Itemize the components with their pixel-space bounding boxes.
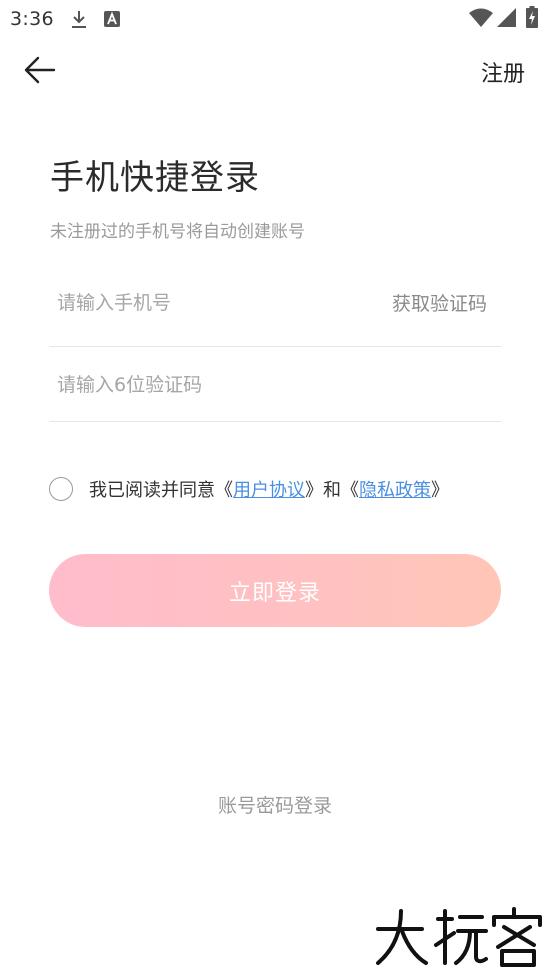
- agreement-middle-text: 》和《: [305, 480, 359, 501]
- login-button[interactable]: 立即登录: [49, 554, 501, 627]
- register-button[interactable]: 注册: [481, 56, 525, 88]
- code-field-row: [49, 356, 501, 422]
- cellular-signal-icon: [497, 8, 516, 27]
- phone-field-row: 获取验证码: [49, 272, 501, 347]
- verification-code-input[interactable]: [57, 370, 457, 400]
- battery-charging-icon: [526, 6, 538, 28]
- agreement-checkbox[interactable]: [49, 477, 73, 501]
- agreement-suffix-text: 》: [431, 480, 449, 501]
- privacy-policy-link[interactable]: 隐私政策: [359, 476, 431, 502]
- agreement-row: 我已阅读并同意《 用户协议 》和《 隐私政策 》: [49, 475, 449, 503]
- agreement-prefix-text: 我已阅读并同意《: [89, 480, 233, 501]
- password-login-link[interactable]: 账号密码登录: [0, 791, 550, 818]
- page-subtitle: 未注册过的手机号将自动创建账号: [50, 222, 305, 242]
- get-verification-code-button[interactable]: 获取验证码: [392, 289, 487, 316]
- status-time: 3:36: [10, 8, 54, 30]
- nav-bar: 注册: [0, 40, 550, 102]
- watermark-logo: [376, 907, 542, 967]
- back-button[interactable]: [20, 50, 60, 90]
- wifi-icon: [469, 8, 493, 27]
- page-title: 手机快捷登录: [50, 158, 260, 198]
- arrow-left-icon: [24, 56, 56, 84]
- user-agreement-link[interactable]: 用户协议: [233, 476, 305, 502]
- phone-input[interactable]: [57, 288, 357, 318]
- font-notification-icon: [104, 11, 120, 27]
- status-bar: 3:36: [0, 0, 550, 40]
- download-icon: [72, 11, 86, 28]
